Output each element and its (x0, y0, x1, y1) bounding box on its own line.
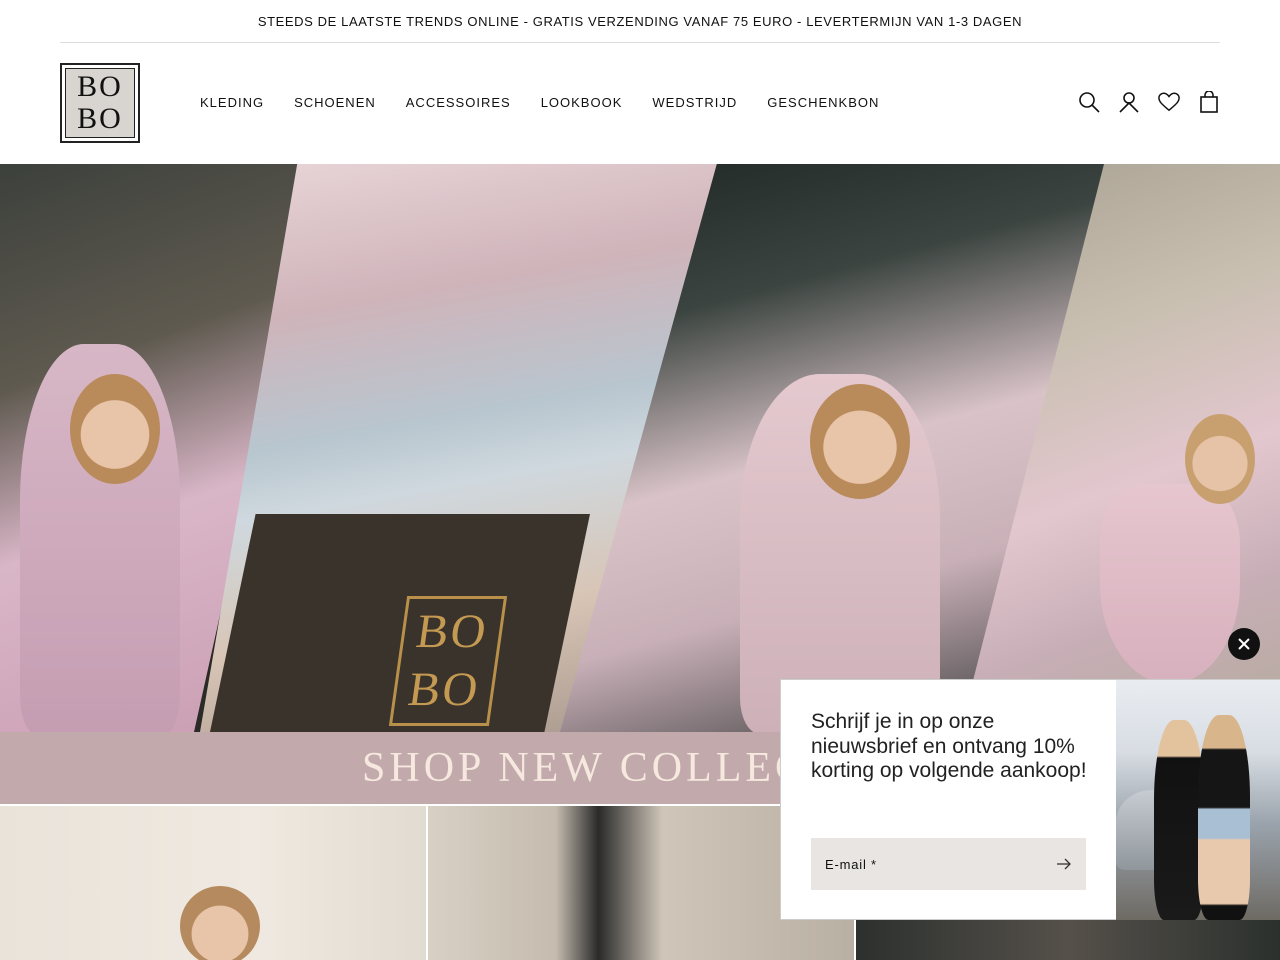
header-icons (1078, 91, 1220, 113)
model-figure (1154, 720, 1204, 920)
newsletter-popup: Schrijf je in op onze nieuwsbrief en ont… (780, 679, 1280, 920)
nav-item-schoenen[interactable]: SCHOENEN (294, 95, 376, 110)
grid-tile[interactable] (0, 806, 426, 960)
logo-line-2: BO (77, 102, 123, 135)
cart-icon[interactable] (1198, 91, 1220, 113)
email-label: E-mail * (825, 856, 877, 872)
model-head (810, 384, 910, 499)
model-head (1185, 414, 1255, 504)
arrow-right-icon (1057, 858, 1071, 870)
logo-line-1: BO (77, 70, 123, 103)
popup-image (1116, 680, 1280, 920)
hero-image[interactable]: BO BO (0, 164, 1280, 732)
nav-item-accessoires[interactable]: ACCESSOIRES (406, 95, 511, 110)
nav-item-wedstrijd[interactable]: WEDSTRIJD (652, 95, 737, 110)
logo-mark: BO BO (65, 68, 135, 138)
popup-message: Schrijf je in op onze nieuwsbrief en ont… (811, 710, 1087, 782)
bag-logo-line-2: BO (404, 663, 484, 716)
site-header: BO BO KLEDING SCHOENEN ACCESSOIRES LOOKB… (0, 43, 1280, 164)
wishlist-icon[interactable] (1158, 91, 1180, 113)
nav-item-geschenkbon[interactable]: GESCHENKBON (767, 95, 879, 110)
model-head (180, 886, 260, 960)
submit-button[interactable] (1042, 838, 1086, 890)
announcement-text: STEEDS DE LAATSTE TRENDS ONLINE - GRATIS… (257, 14, 1023, 29)
bag-logo-line-1: BO (413, 605, 492, 658)
model-head (70, 374, 160, 484)
search-icon[interactable] (1078, 91, 1100, 113)
main-nav: KLEDING SCHOENEN ACCESSOIRES LOOKBOOK WE… (200, 95, 879, 110)
nav-item-kleding[interactable]: KLEDING (200, 95, 264, 110)
model-figure (1100, 484, 1240, 684)
model-figure (1198, 715, 1250, 920)
close-popup-button[interactable] (1228, 628, 1260, 660)
bag-logo: BO BO (388, 596, 508, 726)
close-icon (1238, 638, 1250, 650)
banner-title: SHOP NEW COLLEC (362, 745, 808, 791)
announcement-bar: STEEDS DE LAATSTE TRENDS ONLINE - GRATIS… (0, 0, 1280, 43)
nav-item-lookbook[interactable]: LOOKBOOK (541, 95, 623, 110)
email-field[interactable]: E-mail * (811, 838, 1086, 890)
logo[interactable]: BO BO (60, 63, 140, 143)
account-icon[interactable] (1118, 91, 1140, 113)
